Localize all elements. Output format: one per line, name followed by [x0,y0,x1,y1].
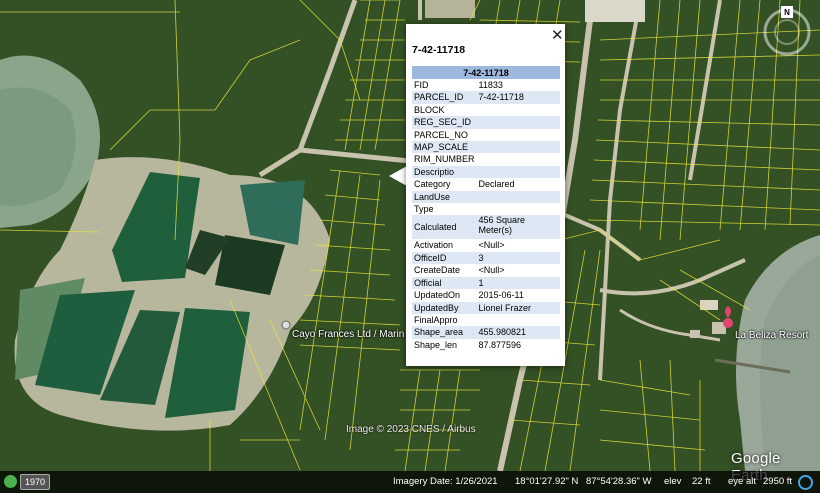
attribute-key: PARCEL_NO [412,128,477,142]
attribute-value [476,190,560,204]
attribute-key: FinalAppro [412,313,477,327]
attribute-value: 2015-06-11 [476,289,560,302]
attribute-key: Type [412,203,477,216]
attribute-row: FID 11833 [412,79,560,92]
place-label-cayo-frances[interactable]: Cayo Frances Ltd / Marin [292,329,404,340]
attribute-row: LandUse [412,190,560,204]
attribute-value: 11833 [476,79,560,92]
eye-altitude-value: 2950 ft [763,476,793,487]
attribute-value: 3 [476,251,560,265]
attribute-value [476,128,560,142]
table-header: 7-42-11718 [412,66,560,79]
latitude-readout: 18°01'27.92" N [515,476,579,487]
attribute-row: RIM_NUMBER [412,153,560,166]
attribute-key: UpdatedOn [412,289,477,302]
attribute-key: Calculated [412,215,477,240]
attribute-row: CreateDate <Null> [412,264,560,277]
attribute-value [476,203,560,216]
attribute-value [476,103,560,117]
attribute-key: RIM_NUMBER [412,153,477,166]
attribute-value: 456 Square Meter(s) [476,215,560,240]
compass-icon[interactable]: N [761,6,813,58]
attribute-value: 87.877596 [476,338,560,352]
attribute-row: UpdatedOn 2015-06-11 [412,289,560,302]
place-label-la-beliza-resort[interactable]: La Beliza Resort [735,330,808,341]
attribute-key: BLOCK [412,103,477,117]
attribute-row: Shape_len 87.877596 [412,338,560,352]
attribute-value: <Null> [476,239,560,252]
attribute-row: UpdatedBy Lionel Frazer [412,301,560,314]
attribute-key: Official [412,276,477,290]
imagery-date: Imagery Date: 1/26/2021 [393,476,498,487]
streaming-status-icon [798,475,813,490]
attribute-key: MAP_SCALE [412,141,477,154]
attribute-table: 7-42-11718 FID 11833 PARCEL_ID 7-42-11718 BL… [412,66,560,352]
attribute-value [476,116,560,129]
historical-year-button[interactable]: 1970 [20,474,51,490]
attribute-value: Declared [476,178,560,191]
attribute-row: MAP_SCALE [412,141,560,154]
attribute-key: Shape_area [412,326,477,339]
attribute-row: REG_SEC_ID [412,116,560,129]
attribute-row: Official 1 [412,276,560,290]
attribute-row: Type [412,203,560,216]
attribute-key: Shape_len [412,338,477,352]
attribute-row: BLOCK [412,103,560,117]
attribute-key: PARCEL_ID [412,91,477,104]
attribute-key: FID [412,79,477,92]
attribute-value [476,141,560,154]
status-bar: 1970 Imagery Date: 1/26/2021 18°01'27.92… [0,471,820,493]
attribute-value: <Null> [476,264,560,277]
attribute-value: 1 [476,276,560,290]
elevation-value: 22 ft [692,476,711,487]
attribute-value [476,165,560,179]
compass-north-label: N [784,8,790,17]
attribute-key: UpdatedBy [412,301,477,314]
attribute-row: PARCEL_ID 7-42-11718 [412,91,560,104]
attribute-key: OfficeID [412,251,477,265]
longitude-readout: 87°54'28.36" W [586,476,652,487]
attribute-row: PARCEL_NO [412,128,560,142]
attribute-row: Category Declared [412,178,560,191]
popup-title: 7-42-11718 [412,44,466,56]
attribute-row: Shape_area 455.980821 [412,326,560,339]
historical-imagery-icon[interactable] [4,475,17,488]
attribute-row: Activation <Null> [412,239,560,252]
attribute-key: Descriptio [412,165,477,179]
attribute-row: OfficeID 3 [412,251,560,265]
attribute-value [476,153,560,166]
attribute-value: Lionel Frazer [476,301,560,314]
attribute-key: REG_SEC_ID [412,116,477,129]
attribute-value: 7-42-11718 [476,91,560,104]
attribute-value [476,313,560,327]
elevation-label: elev [664,476,682,487]
attribute-key: LandUse [412,190,477,204]
attribute-row: Descriptio [412,165,560,179]
attribute-key: Activation [412,239,477,252]
popup-pointer [389,166,407,186]
attribute-row: FinalAppro [412,313,560,327]
attribute-value: 455.980821 [476,326,560,339]
eye-altitude-label: eye alt [728,476,756,487]
close-icon[interactable]: ✕ [551,26,564,44]
attribute-key: Category [412,178,477,191]
attribute-row: Calculated 456 Square Meter(s) [412,215,560,240]
attribute-key: CreateDate [412,264,477,277]
parcel-info-popup: ✕ 7-42-11718 7-42-11718 FID 11833 PARCEL_I… [406,24,565,366]
imagery-attribution: Image © 2023 CNES / Airbus [346,424,476,435]
